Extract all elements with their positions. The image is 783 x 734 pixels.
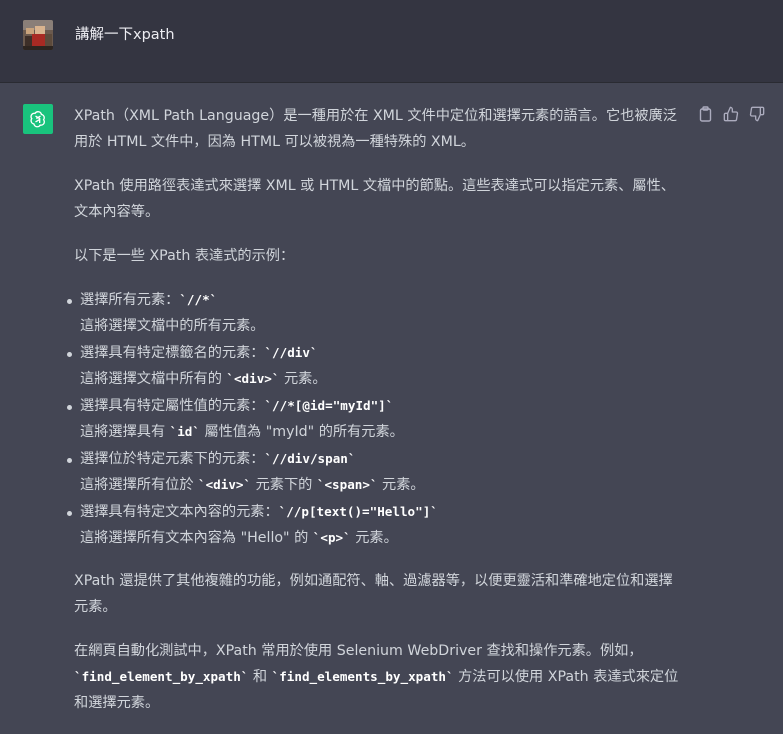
user-message-text: 講解一下xpath [75, 27, 175, 43]
example-expression: `//*[@id="myId"]` [264, 398, 394, 413]
example-expression: `//*` [179, 292, 218, 307]
paragraph-selenium: 在網頁自動化測試中，XPath 常用於使用 Selenium WebDriver… [74, 638, 686, 716]
inline-code: `<div>` [198, 477, 252, 492]
list-item: 選擇具有特定標籤名的元素：`//div` 這將選擇文檔中所有的 `<div>` … [67, 340, 686, 392]
example-title: 選擇所有元素： [80, 292, 180, 308]
paragraph-path-expressions: XPath 使用路徑表達式來選擇 XML 或 HTML 文檔中的節點。這些表達式… [74, 178, 675, 220]
example-expression: `//div` [264, 345, 318, 360]
inline-code: `<span>` [316, 477, 378, 492]
paragraph-advanced-features: XPath 還提供了其他複雜的功能，例如通配符、軸、過濾器等，以便更靈活和準確地… [74, 573, 673, 615]
user-message-row: 講解一下xpath [0, 0, 783, 83]
example-description: 這將選擇文檔中的所有元素。 [80, 318, 265, 334]
example-title: 選擇具有特定屬性值的元素： [80, 398, 265, 414]
message-actions [696, 105, 766, 123]
assistant-message-content: XPath（XML Path Language）是一種用於在 XML 文件中定位… [67, 103, 686, 734]
example-description: 這將選擇所有位於 [80, 477, 199, 493]
example-title: 選擇位於特定元素下的元素： [80, 451, 265, 467]
inline-code: `find_elements_by_xpath` [271, 669, 454, 684]
list-item: 選擇具有特定屬性值的元素：`//*[@id="myId"]` 這將選擇具有 `i… [67, 393, 686, 445]
paragraph-examples-intro: 以下是一些 XPath 表達式的示例： [74, 248, 295, 264]
example-description-mid: 元素下的 [251, 477, 317, 493]
example-description-tail: 元素。 [279, 371, 327, 387]
selenium-text: 在網頁自動化測試中，XPath 常用於使用 Selenium WebDriver… [74, 643, 643, 659]
user-avatar [23, 20, 53, 50]
example-title: 選擇具有特定文本內容的元素： [80, 504, 279, 520]
list-item: 選擇所有元素：`//*` 這將選擇文檔中的所有元素。 [67, 287, 686, 339]
example-description: 這將選擇文檔中所有的 [80, 371, 227, 387]
example-expression: `//div/span` [264, 451, 356, 466]
list-item: 選擇具有特定文本內容的元素：`//p[text()="Hello"]` 這將選擇… [67, 499, 686, 551]
openai-logo-icon [23, 104, 53, 134]
example-description-tail: 元素。 [350, 530, 398, 546]
example-description: 這將選擇具有 [80, 424, 170, 440]
example-title: 選擇具有特定標籤名的元素： [80, 345, 265, 361]
assistant-message-row: XPath（XML Path Language）是一種用於在 XML 文件中定位… [0, 83, 783, 729]
thumbs-down-icon[interactable] [748, 105, 766, 123]
thumbs-up-icon[interactable] [722, 105, 740, 123]
inline-code: `id` [169, 424, 200, 439]
examples-list: 選擇所有元素：`//*` 這將選擇文檔中的所有元素。 選擇具有特定標籤名的元素：… [67, 287, 686, 551]
example-expression: `//p[text()="Hello"]` [278, 504, 438, 519]
selenium-text-mid: 和 [248, 669, 272, 685]
user-avatar-photo [23, 20, 53, 50]
list-item: 選擇位於特定元素下的元素：`//div/span` 這將選擇所有位於 `<div… [67, 446, 686, 498]
inline-code: `find_element_by_xpath` [74, 669, 249, 684]
inline-code: `<div>` [226, 371, 280, 386]
copy-icon[interactable] [696, 105, 714, 123]
paragraph-intro: XPath（XML Path Language）是一種用於在 XML 文件中定位… [74, 108, 677, 150]
inline-code: `<p>` [312, 530, 351, 545]
example-description-tail: 屬性值為 "myId" 的所有元素。 [199, 424, 404, 440]
example-description-tail: 元素。 [377, 477, 425, 493]
example-description: 這將選擇所有文本內容為 "Hello" 的 [80, 530, 313, 546]
